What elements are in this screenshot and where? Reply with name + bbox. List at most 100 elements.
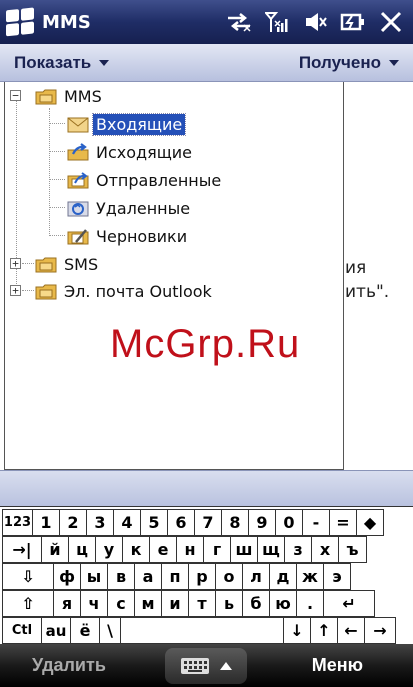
key[interactable]: г xyxy=(203,536,231,563)
key[interactable]: ← xyxy=(337,617,365,644)
key[interactable]: ф xyxy=(53,563,81,590)
account-folder-icon xyxy=(35,86,57,106)
key[interactable]: к xyxy=(122,536,150,563)
key[interactable]: я xyxy=(53,590,81,617)
key[interactable]: ъ xyxy=(338,536,367,563)
keyboard-row-3: ⇩ ф ы в а п р о л д ж э xyxy=(2,563,351,590)
key[interactable]: 3 xyxy=(86,509,114,536)
screen: MMS Показать Получено ия ить". − MMS Вхо… xyxy=(0,0,413,687)
soft-keyboard: 123 1 2 3 4 5 6 7 8 9 0- = ◆ →| й ц у к е н г ш щ з х ъ ⇩ ф ы в а п р о… xyxy=(0,506,413,644)
key[interactable]: 1 xyxy=(32,509,60,536)
key[interactable]: 9 xyxy=(248,509,276,536)
key[interactable]: с xyxy=(107,590,135,617)
key[interactable]: ↵ xyxy=(323,590,375,617)
key[interactable]: м xyxy=(134,590,162,617)
key[interactable]: au xyxy=(41,617,71,644)
key[interactable]: 0 xyxy=(275,509,303,536)
chevron-down-icon xyxy=(99,59,110,66)
tree-item-sms[interactable]: SMS xyxy=(35,252,101,276)
show-menu-label: Показать xyxy=(14,52,92,72)
show-menu[interactable]: Показать xyxy=(14,52,110,73)
key[interactable]: → xyxy=(364,617,396,644)
key[interactable]: х xyxy=(311,536,339,563)
key[interactable]: 4 xyxy=(113,509,141,536)
key[interactable]: Ctl xyxy=(2,617,42,644)
key[interactable]: ↑ xyxy=(310,617,338,644)
key[interactable]: у xyxy=(95,536,123,563)
volume-muted-icon[interactable] xyxy=(301,8,329,36)
key[interactable]: 7 xyxy=(194,509,222,536)
close-icon[interactable] xyxy=(377,8,405,36)
keyboard-row-2: →| й ц у к е н г ш щ з х ъ xyxy=(2,536,367,563)
key[interactable] xyxy=(120,617,284,644)
key[interactable]: 5 xyxy=(140,509,168,536)
key[interactable]: ё xyxy=(70,617,100,644)
key[interactable]: 6 xyxy=(167,509,195,536)
key[interactable]: 2 xyxy=(59,509,87,536)
tree-item-outbox[interactable]: Исходящие xyxy=(67,140,195,164)
key[interactable]: з xyxy=(284,536,312,563)
key[interactable]: ш xyxy=(230,536,258,563)
tree-item-drafts[interactable]: Черновики xyxy=(67,224,190,248)
tree-item-label: SMS xyxy=(64,254,99,274)
tree-item-deleted[interactable]: Удаленные xyxy=(67,196,193,220)
key[interactable]: т xyxy=(188,590,216,617)
key[interactable]: ◆ xyxy=(356,509,384,536)
collapse-mms-button[interactable]: − xyxy=(10,90,21,101)
expand-outlook-button[interactable]: + xyxy=(10,285,21,296)
inbox-icon xyxy=(67,114,89,134)
account-folder-icon xyxy=(35,254,57,274)
chevron-down-icon xyxy=(389,59,399,66)
sync-icon[interactable] xyxy=(225,8,253,36)
tree-item-label: Входящие xyxy=(91,112,187,136)
sent-items-icon xyxy=(67,170,89,190)
tree-item-mms[interactable]: MMS xyxy=(35,84,105,108)
key[interactable]: в xyxy=(107,563,135,590)
key[interactable]: а xyxy=(134,563,162,590)
key[interactable]: ы xyxy=(80,563,108,590)
keyboard-icon xyxy=(181,658,209,674)
sort-menu[interactable]: Получено xyxy=(299,53,399,73)
key[interactable]: ю xyxy=(269,590,297,617)
key[interactable]: е xyxy=(149,536,177,563)
windows-logo-icon[interactable] xyxy=(4,5,34,38)
menu-softkey[interactable]: Меню xyxy=(312,655,363,676)
key[interactable]: б xyxy=(242,590,270,617)
key[interactable]: й xyxy=(41,536,69,563)
key[interactable]: э xyxy=(323,563,351,590)
key[interactable]: ц xyxy=(68,536,96,563)
key[interactable]: ж xyxy=(296,563,324,590)
tree-item-label: Удаленные xyxy=(96,198,191,218)
key[interactable]: = xyxy=(329,509,357,536)
key[interactable]: \ xyxy=(99,617,121,644)
key[interactable]: - xyxy=(302,509,330,536)
tree-item-sent[interactable]: Отправленные xyxy=(67,168,224,192)
key[interactable]: ↓ xyxy=(283,617,311,644)
key[interactable]: ⇧ xyxy=(2,590,54,617)
key[interactable]: ⇩ xyxy=(2,563,54,590)
key[interactable]: и xyxy=(161,590,189,617)
delete-softkey[interactable]: Удалить xyxy=(32,655,106,676)
input-panel-button[interactable] xyxy=(165,648,247,684)
key[interactable]: 123 xyxy=(2,509,33,536)
key[interactable]: 8 xyxy=(221,509,249,536)
title-bar: MMS xyxy=(0,0,413,44)
key[interactable]: р xyxy=(188,563,216,590)
tree-item-inbox[interactable]: Входящие xyxy=(67,112,187,136)
menu-bar: Показать Получено xyxy=(0,44,413,82)
key[interactable]: о xyxy=(215,563,243,590)
tree-item-label: MMS xyxy=(64,86,102,106)
key[interactable]: . xyxy=(296,590,324,617)
signal-icon[interactable] xyxy=(263,8,291,36)
tree-item-outlook[interactable]: Эл. почта Outlook xyxy=(35,279,215,303)
key[interactable]: н xyxy=(176,536,204,563)
key[interactable]: д xyxy=(269,563,297,590)
key[interactable]: л xyxy=(242,563,270,590)
key[interactable]: ь xyxy=(215,590,243,617)
key[interactable]: щ xyxy=(257,536,285,563)
key[interactable]: п xyxy=(161,563,189,590)
key[interactable]: ч xyxy=(80,590,108,617)
key[interactable]: →| xyxy=(2,536,42,563)
expand-sms-button[interactable]: + xyxy=(10,258,21,269)
battery-icon[interactable] xyxy=(339,8,367,36)
